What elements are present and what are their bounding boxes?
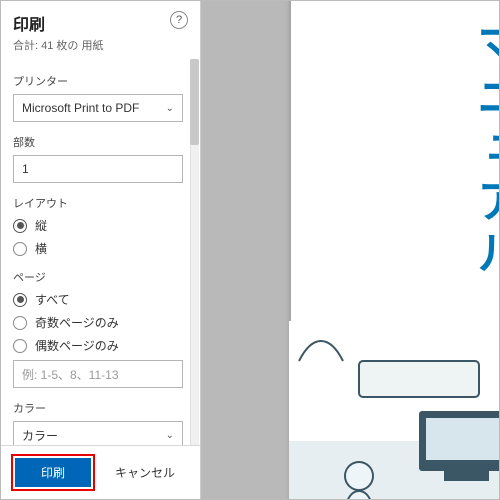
color-label: カラー [13,400,190,416]
radio-icon [13,219,27,233]
sidebar-panel: 印刷 合計: 41 枚の 用紙 ? プリンター Microsoft Print … [1,1,201,499]
pages-all[interactable]: すべて [13,291,190,308]
pages-even[interactable]: 偶数ページのみ [13,337,190,354]
cancel-button[interactable]: キャンセル [105,458,185,487]
copies-label: 部数 [13,134,190,150]
scrollbar-thumb[interactable] [190,59,199,145]
print-dialog: 印刷 合計: 41 枚の 用紙 ? プリンター Microsoft Print … [0,0,500,500]
radio-icon [13,293,27,307]
printer-select[interactable]: Microsoft Print to PDF ⌄ [13,94,183,122]
layout-label: レイアウト [13,195,190,211]
dialog-footer: 印刷 キャンセル [1,445,200,499]
document-title: マニュアル [471,21,499,281]
radio-icon [13,339,27,353]
sheet-count: 合計: 41 枚の 用紙 [13,37,103,53]
print-preview: マニュアル [201,1,499,499]
page-range-input[interactable]: 例: 1-5、8、11-13 [13,360,183,388]
chevron-down-icon: ⌄ [166,103,174,114]
layout-landscape[interactable]: 横 [13,240,190,257]
dialog-title: 印刷 [13,11,103,35]
printer-value: Microsoft Print to PDF [22,101,139,115]
pages-odd[interactable]: 奇数ページのみ [13,314,190,331]
layout-portrait[interactable]: 縦 [13,217,190,234]
chevron-down-icon: ⌄ [166,430,174,441]
illustration [289,321,499,499]
copies-input[interactable]: 1 [13,155,183,183]
color-select[interactable]: カラー ⌄ [13,421,183,445]
color-value: カラー [22,427,58,444]
radio-icon [13,242,27,256]
radio-icon [13,316,27,330]
print-button[interactable]: 印刷 [15,458,91,487]
settings-scroll: プリンター Microsoft Print to PDF ⌄ 部数 1 レイアウ… [1,59,200,445]
panel-header: 印刷 合計: 41 枚の 用紙 ? [1,1,200,59]
help-icon[interactable]: ? [170,11,188,29]
pages-label: ページ [13,269,190,285]
print-button-highlight: 印刷 [11,454,95,491]
printer-label: プリンター [13,73,190,89]
